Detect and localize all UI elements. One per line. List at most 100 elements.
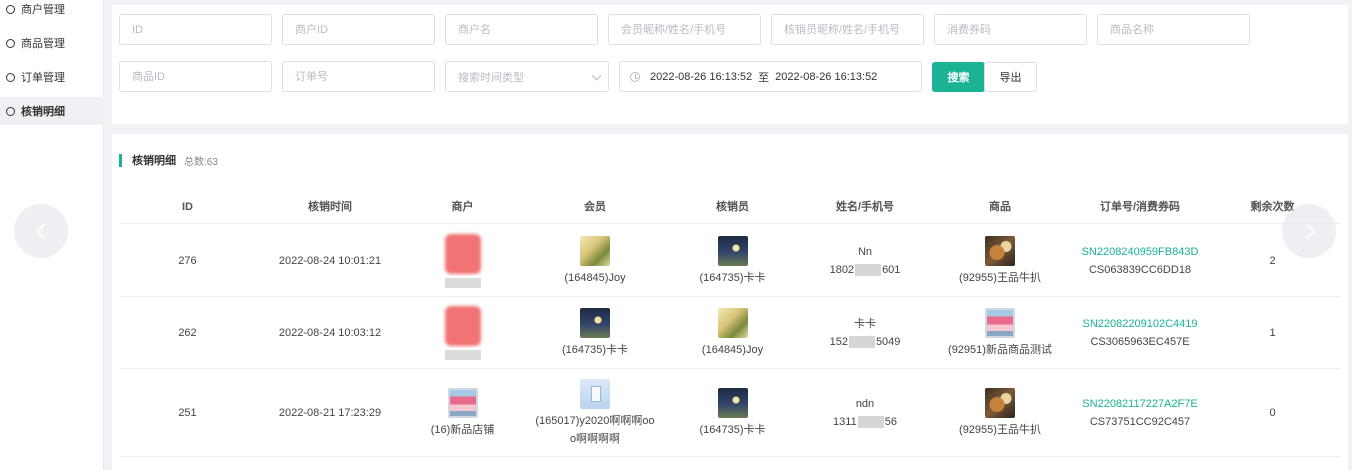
cell-order-voucher: SN22082117227A2F7E CS73751CC92C457 (1065, 369, 1215, 457)
time-type-select[interactable]: 搜索时间类型 (445, 61, 609, 92)
product-name-input-wrap (1097, 14, 1250, 45)
product-id-input-wrap (119, 61, 272, 92)
verifier-avatar (717, 307, 748, 338)
sidebar-item-products[interactable]: 商品管理 (0, 29, 104, 57)
masked-digits (848, 336, 875, 349)
section-title: 核销明细 总数:63 (119, 153, 218, 168)
verifier-input[interactable] (784, 23, 923, 36)
circle-icon (6, 106, 15, 116)
cell-member: (165017)y2020啊啊啊oo o啊啊啊啊 (520, 369, 670, 457)
col-member: 会员 (584, 201, 606, 213)
member-name: (164735)卡卡 (561, 343, 629, 356)
verifier-avatar (717, 387, 748, 418)
sidebar-item-label: 核销明细 (21, 106, 65, 118)
sidebar-item-label: 订单管理 (21, 72, 65, 84)
masked-digits (857, 416, 884, 429)
cell-time: 2022-08-21 17:23:29 (278, 407, 382, 419)
date-end[interactable]: 2022-08-26 16:13:52 (775, 71, 877, 83)
total-count: 总数:63 (184, 156, 218, 168)
member-name: (164845)Joy (564, 271, 626, 284)
member-avatar (580, 307, 610, 338)
cell-member: (164735)卡卡 (520, 297, 670, 369)
voucher-code: CS3065963EC457E (1090, 336, 1190, 348)
contact-name: 卡卡 (854, 318, 876, 330)
product-id-input[interactable] (132, 70, 271, 83)
next-button[interactable] (1282, 204, 1336, 258)
prev-button[interactable] (14, 204, 68, 258)
table-row: 251 2022-08-21 17:23:29 (16)新品店铺 (165017… (120, 369, 1340, 457)
voucher-input-wrap (934, 14, 1087, 45)
export-button[interactable]: 导出 (984, 62, 1037, 92)
date-range-picker[interactable]: 2022-08-26 16:13:52 至 2022-08-26 16:13:5… (619, 61, 922, 92)
cell-time: 2022-08-24 10:03:12 (278, 327, 382, 339)
sidebar-item-label: 商户管理 (21, 4, 65, 16)
cell-order-voucher: SN22082209102C4419 CS3065963EC457E (1065, 297, 1215, 369)
order-number-link[interactable]: SN22082209102C4419 (1083, 315, 1198, 333)
cell-order-voucher: SN2208240959FB843D CS063839CC6DD18 (1065, 225, 1215, 297)
clock-icon (630, 71, 640, 82)
date-start[interactable]: 2022-08-26 16:13:52 (650, 71, 752, 83)
product-name-input[interactable] (1110, 23, 1249, 36)
search-button[interactable]: 搜索 (932, 62, 985, 92)
sidebar-item-label: 商品管理 (21, 38, 65, 50)
cell-product: (92955)王品牛扒 (935, 369, 1065, 457)
col-product: 商品 (989, 201, 1011, 213)
cell-product: (92955)王品牛扒 (935, 225, 1065, 297)
sidebar-item-merchant[interactable]: 商户管理 (0, 0, 104, 23)
cell-name-phone: ndn 1311 56 (795, 369, 935, 457)
merchant-avatar-blurred (444, 306, 481, 346)
cell-verifier: (164845)Joy (670, 297, 795, 369)
cell-remaining: 0 (1269, 407, 1276, 419)
circle-icon (6, 38, 15, 48)
product-thumbnail (985, 387, 1015, 418)
order-no-input-wrap (282, 61, 435, 92)
cell-remaining: 1 (1269, 327, 1276, 339)
sidebar-item-orders[interactable]: 订单管理 (0, 63, 104, 91)
merchant-avatar (447, 387, 478, 418)
merchant-avatar-blurred (444, 234, 481, 274)
chevron-left-icon (35, 223, 51, 239)
order-no-input[interactable] (295, 70, 434, 83)
table-row: 262 2022-08-24 10:03:12 (164735)卡卡 (1648… (120, 297, 1340, 369)
voucher-input[interactable] (947, 23, 1086, 36)
voucher-code: CS73751CC92C457 (1089, 416, 1191, 428)
verifier-name: (164735)卡卡 (699, 271, 766, 284)
sidebar-item-verification[interactable]: 核销明细 (0, 97, 104, 125)
merchant-id-input-wrap (282, 14, 435, 45)
table-title: 核销明细 (132, 155, 176, 167)
cell-verifier: (164735)卡卡 (670, 369, 795, 457)
contact-name: Nn (857, 246, 873, 258)
merchant-name-blurred (444, 350, 481, 360)
voucher-code: CS063839CC6DD18 (1088, 264, 1192, 276)
contact-phone: 152 5049 (829, 336, 901, 349)
member-avatar (580, 378, 610, 409)
merchant-name-input[interactable] (458, 23, 597, 36)
cell-id: 276 (178, 255, 197, 267)
cell-time: 2022-08-24 10:01:21 (278, 255, 382, 267)
member-name-line1: (165017)y2020啊啊啊oo (535, 414, 655, 427)
order-number-link[interactable]: SN22082117227A2F7E (1082, 395, 1197, 413)
circle-icon (6, 72, 15, 82)
verifier-name: (164735)卡卡 (699, 423, 766, 436)
verification-table-panel: 核销明细 总数:63 ID 核销时间 商户 会员 核销员 姓名/手机号 商品 订… (112, 134, 1348, 470)
chevron-down-icon (591, 70, 602, 81)
order-number-link[interactable]: SN2208240959FB843D (1082, 243, 1199, 261)
id-input[interactable] (132, 23, 271, 36)
contact-phone: 1311 56 (833, 416, 897, 429)
date-separator: 至 (758, 71, 770, 84)
contact-phone: 1802 601 (829, 264, 901, 277)
cell-id: 262 (178, 327, 197, 339)
search-panel: 搜索时间类型 2022-08-26 16:13:52 至 2022-08-26 … (112, 5, 1348, 124)
member-input[interactable] (621, 23, 760, 36)
col-time: 核销时间 (308, 201, 352, 213)
masked-digits (855, 264, 882, 277)
time-type-placeholder: 搜索时间类型 (458, 71, 524, 84)
product-name: (92955)王品牛扒 (959, 271, 1041, 284)
member-avatar (580, 235, 610, 266)
col-verifier: 核销员 (716, 201, 749, 213)
product-thumbnail (985, 307, 1015, 338)
verifier-input-wrap (771, 14, 924, 45)
title-accent-bar (119, 153, 122, 167)
table-header: ID 核销时间 商户 会员 核销员 姓名/手机号 商品 订单号/消费券码 剩余次… (120, 194, 1340, 224)
merchant-id-input[interactable] (295, 23, 434, 36)
